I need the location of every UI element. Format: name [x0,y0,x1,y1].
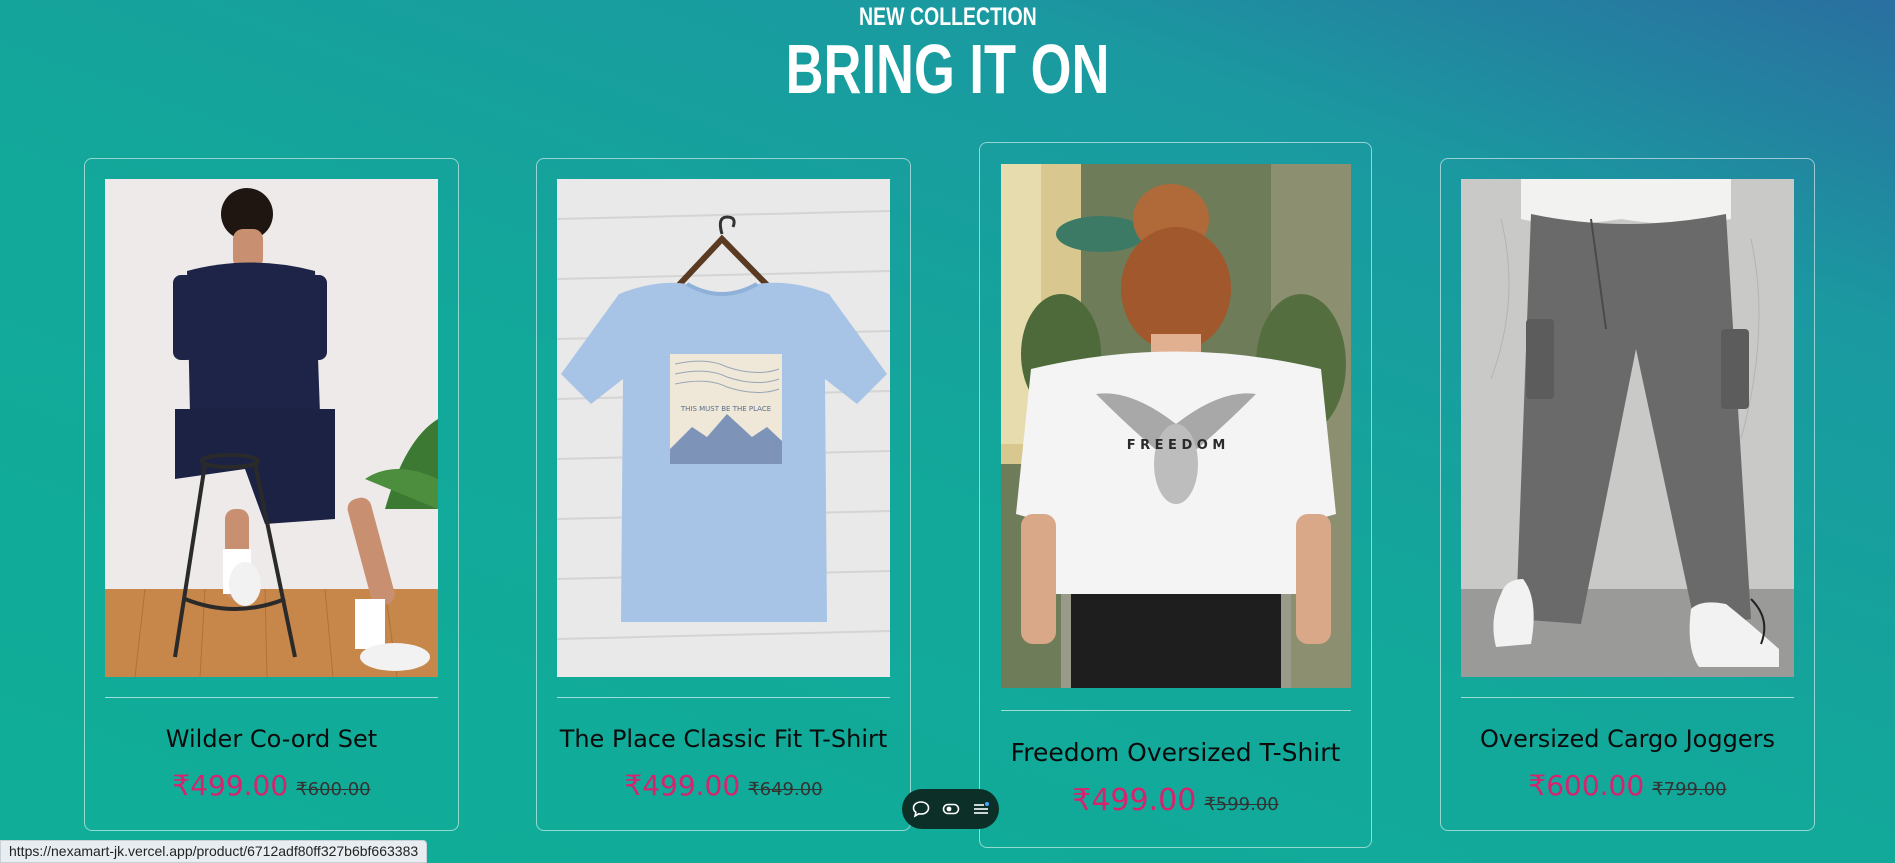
product-old-price: ₹649.00 [748,779,823,800]
section-title: BRING IT ON [785,30,1110,108]
divider [1461,697,1794,698]
price-row: ₹600.00 ₹799.00 [1441,769,1814,802]
section-eyebrow: NEW COLLECTION [858,3,1037,31]
product-card[interactable]: F R E E D O M Freedom Oversized T-Shirt … [979,142,1372,848]
price-row: ₹499.00 ₹599.00 [980,783,1371,818]
price-row: ₹499.00 ₹649.00 [537,769,910,802]
product-image[interactable]: F R E E D O M [1001,164,1351,688]
toggle-icon[interactable] [941,799,961,819]
product-card[interactable]: THIS MUST BE THE PLACE The Place Classic… [536,158,911,831]
floating-toolbar [902,789,999,829]
divider [105,697,438,698]
status-bar-url: https://nexamart-jk.vercel.app/product/6… [0,840,428,863]
product-card[interactable]: Oversized Cargo Joggers ₹600.00 ₹799.00 [1440,158,1815,831]
product-name[interactable]: The Place Classic Fit T-Shirt [537,725,910,753]
product-card[interactable]: Wilder Co-ord Set ₹499.00 ₹600.00 [84,158,459,831]
product-old-price: ₹600.00 [296,779,371,800]
divider [557,697,890,698]
product-price: ₹499.00 [1072,783,1197,818]
product-image[interactable] [105,179,438,677]
product-price: ₹499.00 [172,769,289,802]
price-row: ₹499.00 ₹600.00 [85,769,458,802]
product-price: ₹600.00 [1528,769,1645,802]
product-price: ₹499.00 [624,769,741,802]
product-name[interactable]: Wilder Co-ord Set [85,725,458,753]
product-image[interactable]: THIS MUST BE THE PLACE [557,179,890,677]
menu-icon[interactable] [971,799,991,819]
print-text: THIS MUST BE THE PLACE [680,405,771,413]
product-name[interactable]: Freedom Oversized T-Shirt [980,738,1371,767]
product-old-price: ₹799.00 [1652,779,1727,800]
product-name[interactable]: Oversized Cargo Joggers [1441,725,1814,753]
divider [1001,710,1351,711]
print-text: F R E E D O M [1127,438,1226,453]
section-header: NEW COLLECTION BRING IT ON [0,0,1895,104]
product-image[interactable] [1461,179,1794,677]
chat-icon[interactable] [911,799,931,819]
product-old-price: ₹599.00 [1204,794,1279,815]
